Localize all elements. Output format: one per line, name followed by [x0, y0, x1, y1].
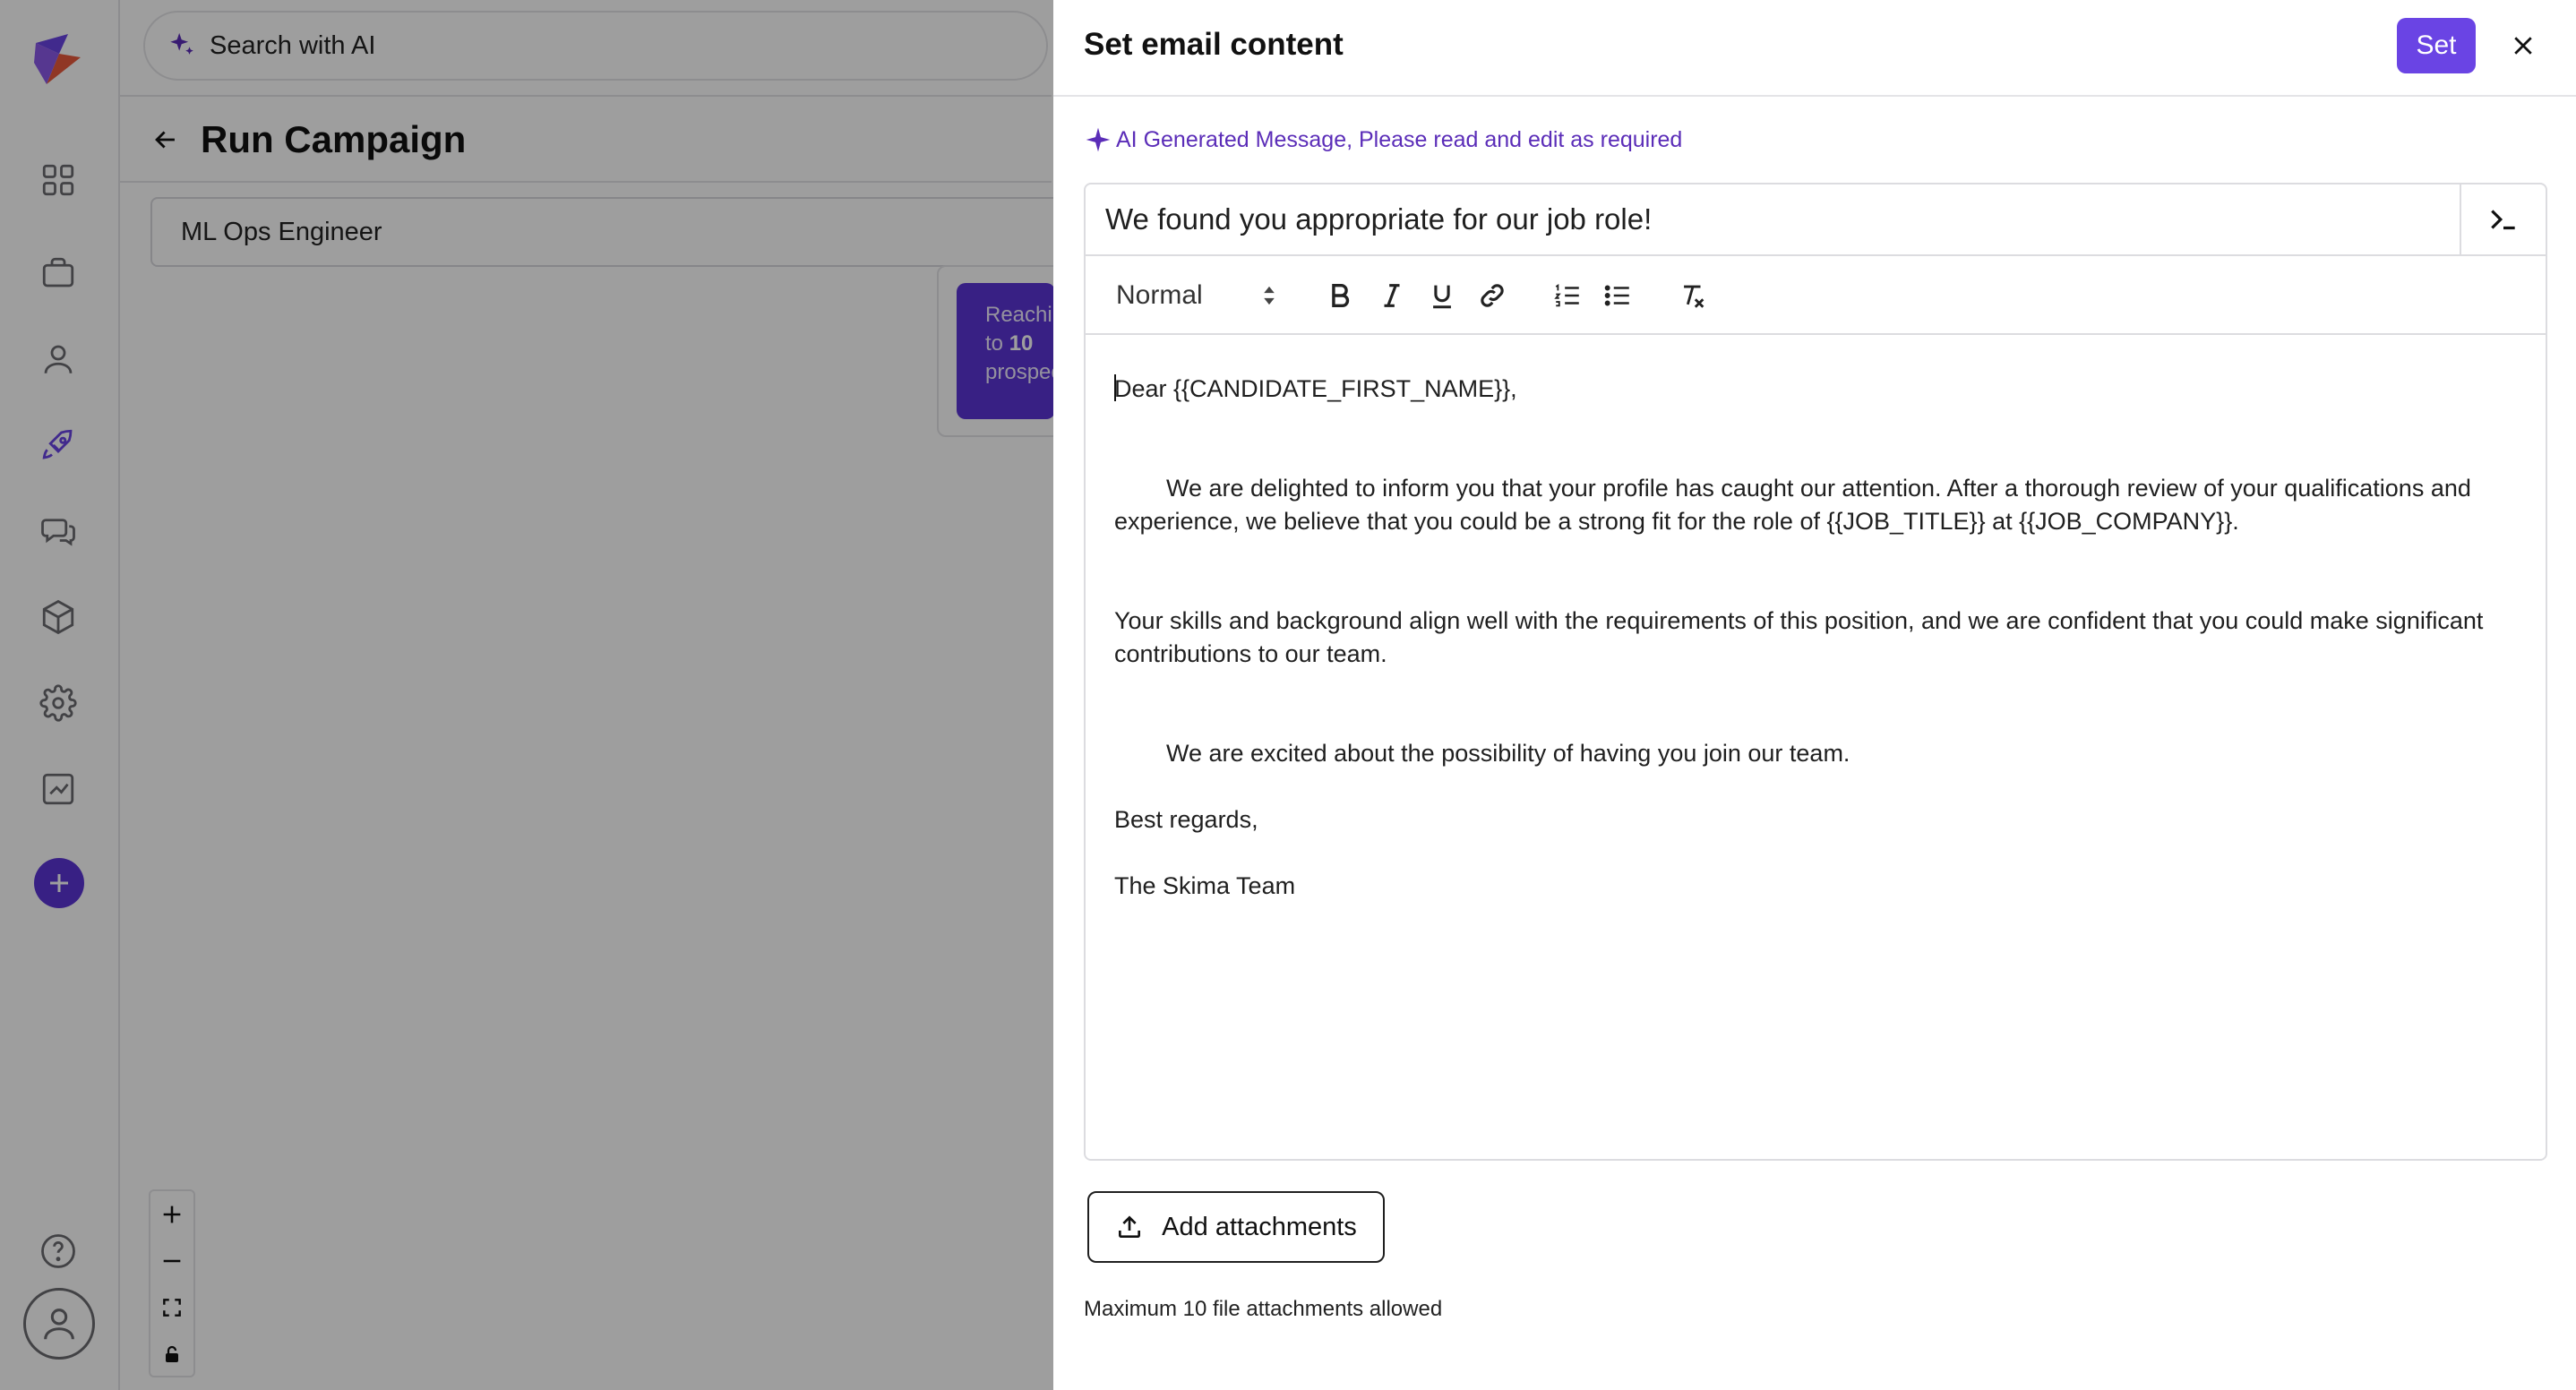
body-paragraph-2: Your skills and background align well wi…	[1114, 607, 2484, 667]
format-toolbar: Normal	[1086, 256, 2546, 335]
body-closing: Best regards,	[1114, 806, 1258, 833]
bullet-list-button[interactable]	[1600, 278, 1636, 313]
subject-input[interactable]	[1105, 184, 2449, 254]
heading-select[interactable]: Normal	[1116, 276, 1277, 315]
link-icon	[1481, 284, 1504, 307]
close-icon	[2514, 37, 2532, 55]
italic-icon	[1384, 284, 1400, 307]
ai-generated-note: AI Generated Message, Please read and ed…	[1084, 125, 1682, 154]
ordered-list-button[interactable]	[1550, 278, 1585, 313]
heading-select-value: Normal	[1116, 280, 1203, 310]
clear-format-icon	[1684, 285, 1704, 308]
ordered-list-icon	[1554, 283, 1579, 307]
clear-format-button[interactable]	[1675, 278, 1711, 313]
email-content-drawer: Set email content Set AI Generated Messa…	[1053, 0, 2576, 1390]
drawer-header: Set email content Set	[1053, 0, 2576, 97]
body-paragraph-3: We are excited about the possibility of …	[1166, 740, 1850, 767]
link-button[interactable]	[1474, 278, 1510, 313]
body-signature: The Skima Team	[1114, 872, 1296, 899]
email-editor: Normal	[1084, 183, 2547, 1161]
chevron-updown-icon	[1264, 286, 1275, 305]
terminal-icon	[2491, 210, 2515, 230]
add-attachments-label: Add attachments	[1162, 1212, 1357, 1241]
bold-icon	[1332, 283, 1350, 308]
subject-row	[1086, 184, 2546, 256]
insert-variable-button[interactable]	[2460, 184, 2546, 254]
underline-icon	[1433, 285, 1451, 309]
close-button[interactable]	[2504, 27, 2542, 64]
bold-button[interactable]	[1322, 278, 1358, 313]
underline-button[interactable]	[1424, 278, 1460, 313]
upload-icon	[1119, 1215, 1141, 1238]
set-button[interactable]: Set	[2397, 18, 2476, 73]
drawer-title: Set email content	[1084, 27, 1344, 62]
body-greeting: Dear {{CANDIDATE_FIRST_NAME}},	[1114, 374, 1517, 402]
italic-button[interactable]	[1374, 278, 1410, 313]
email-body[interactable]: Dear {{CANDIDATE_FIRST_NAME}}, We are de…	[1114, 373, 2529, 903]
attachment-limit-note: Maximum 10 file attachments allowed	[1084, 1297, 1443, 1321]
ai-note-text: AI Generated Message, Please read and ed…	[1116, 126, 1683, 152]
add-attachments-button[interactable]: Add attachments	[1087, 1191, 1385, 1263]
sparkle-icon	[1086, 127, 1111, 152]
modal-overlay[interactable]	[0, 0, 1053, 1390]
body-paragraph-1: We are delighted to inform you that your…	[1114, 475, 2471, 535]
bullet-list-icon	[1604, 285, 1629, 306]
